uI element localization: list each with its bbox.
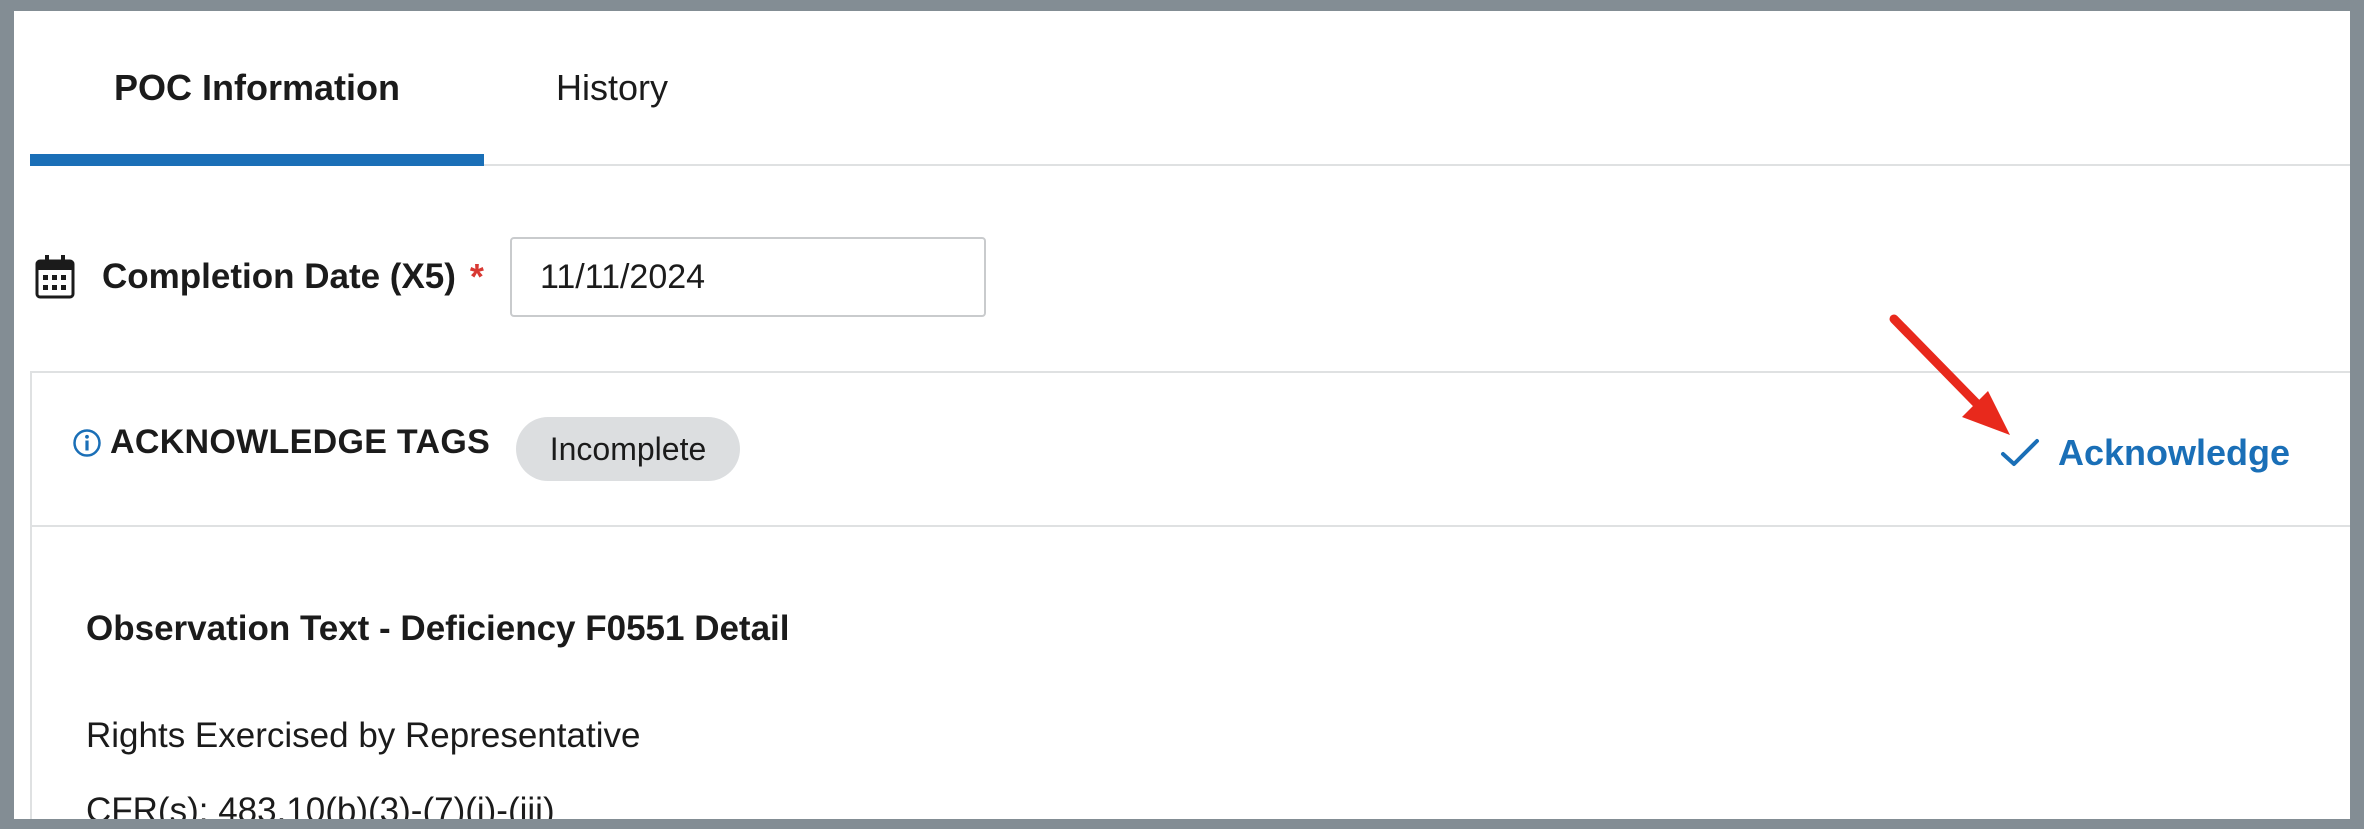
- info-icon[interactable]: [72, 428, 102, 458]
- tab-label: History: [555, 66, 668, 108]
- poc-panel: POC Information History Completion Date …: [14, 11, 2350, 819]
- completion-date-input[interactable]: [509, 237, 986, 317]
- acknowledge-tags-card: ACKNOWLEDGE TAGS Incomplete Acknowledge …: [30, 371, 2350, 819]
- tab-label: POC Information: [114, 66, 400, 108]
- observation-line: CFR(s): 483.10(b)(3)-(7)(i)-(iii): [86, 791, 555, 819]
- observation-line: Rights Exercised by Representative: [86, 716, 641, 755]
- acknowledge-button-label: Acknowledge: [2058, 432, 2291, 473]
- completion-date-label: Completion Date (X5): [102, 257, 456, 296]
- acknowledge-button[interactable]: Acknowledge: [2000, 425, 2290, 481]
- required-marker: *: [469, 256, 484, 297]
- check-icon: [2001, 439, 2039, 466]
- calendar-icon[interactable]: [34, 254, 76, 300]
- tab-poc-information[interactable]: POC Information: [30, 11, 484, 166]
- completion-date-row: Completion Date (X5) *: [34, 235, 986, 319]
- acknowledge-card-header: ACKNOWLEDGE TAGS Incomplete Acknowledge: [32, 373, 2350, 527]
- acknowledge-title: ACKNOWLEDGE TAGS: [72, 423, 490, 462]
- observation-title: Observation Text - Deficiency F0551 Deta…: [86, 609, 790, 648]
- tab-history[interactable]: History: [484, 11, 740, 164]
- active-tab-indicator: [30, 154, 484, 166]
- acknowledge-tags-label: ACKNOWLEDGE TAGS: [110, 423, 491, 461]
- status-badge: Incomplete: [516, 417, 740, 481]
- tab-bar: POC Information History: [30, 11, 2350, 166]
